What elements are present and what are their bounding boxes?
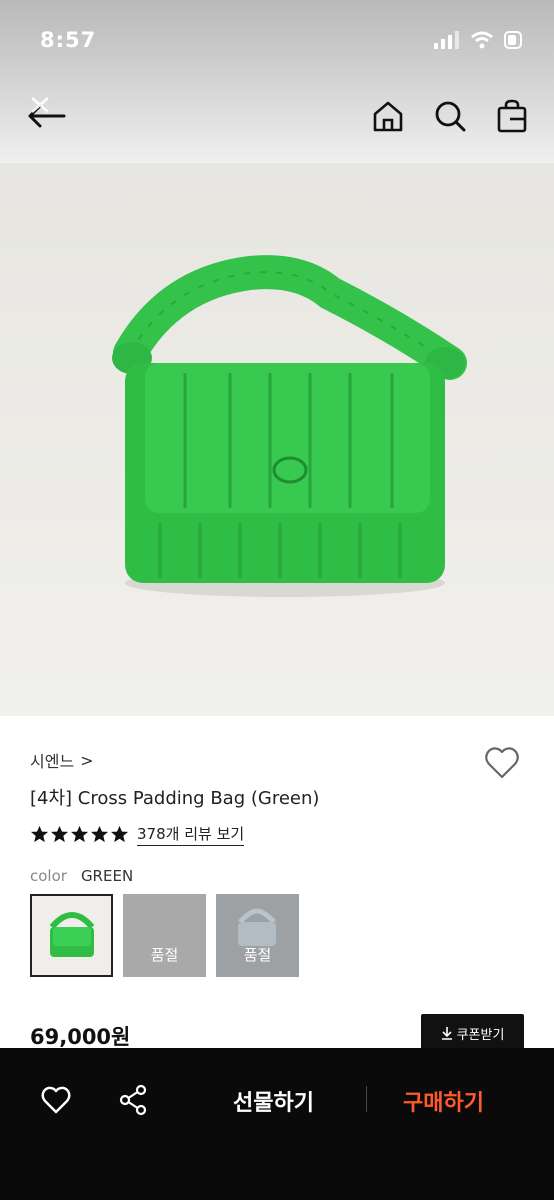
top-nav-bar (0, 80, 554, 160)
swatch-green[interactable] (30, 894, 113, 977)
star-icon (110, 825, 129, 843)
star-icon (30, 825, 49, 843)
blue-grey-bag-thumbnail (238, 908, 276, 946)
buy-button[interactable]: 구매하기 (403, 1085, 484, 1117)
color-row: color GREEN (30, 867, 133, 885)
swatch-grey[interactable]: 품절 (123, 894, 206, 977)
rating-row: 378개 리뷰 보기 (30, 823, 245, 846)
status-bar: 8:57 (0, 0, 554, 80)
status-time: 8:57 (40, 28, 97, 52)
swatch-blue-grey[interactable]: 품절 (216, 894, 299, 977)
shopping-bag-icon[interactable] (494, 98, 530, 134)
price: 69,000원 (30, 1025, 131, 1049)
home-icon[interactable] (370, 98, 406, 134)
search-icon[interactable] (432, 98, 468, 134)
green-bag-thumbnail (49, 911, 94, 957)
battery-icon (504, 31, 522, 49)
status-icons (434, 30, 524, 50)
color-swatches: 품절 품절 (30, 894, 299, 977)
reviews-link[interactable]: 378개 리뷰 보기 (137, 823, 245, 846)
divider (366, 1086, 367, 1112)
wishlist-heart-icon[interactable] (483, 744, 521, 782)
brand-link[interactable]: 시엔느 > (30, 748, 94, 772)
brand-name: 시엔느 (30, 752, 75, 771)
share-icon[interactable] (118, 1084, 148, 1116)
coupon-label: 쿠폰받기 (456, 1027, 505, 1043)
gift-button[interactable]: 선물하기 (233, 1085, 314, 1117)
color-value: GREEN (80, 867, 134, 885)
bottom-action-bar: 선물하기 구매하기 (0, 1048, 554, 1200)
color-label: color (30, 867, 67, 885)
star-icon (90, 825, 109, 843)
back-arrow-icon[interactable] (24, 94, 70, 140)
wifi-icon (471, 31, 493, 49)
sold-out-label: 품절 (243, 946, 272, 964)
product-image[interactable] (0, 163, 554, 716)
chevron-right-icon: > (80, 750, 94, 770)
product-title: [4차] Cross Padding Bag (Green) (30, 788, 320, 809)
coupon-button[interactable]: 쿠폰받기 (421, 1014, 524, 1052)
signal-icon (434, 31, 459, 49)
sold-out-label: 품절 (150, 946, 179, 964)
green-padded-bag-photo (112, 255, 467, 597)
heart-icon[interactable] (40, 1084, 72, 1116)
star-icon (50, 825, 69, 843)
download-icon (441, 1027, 452, 1040)
rating-stars (30, 825, 129, 844)
star-icon (70, 825, 89, 843)
